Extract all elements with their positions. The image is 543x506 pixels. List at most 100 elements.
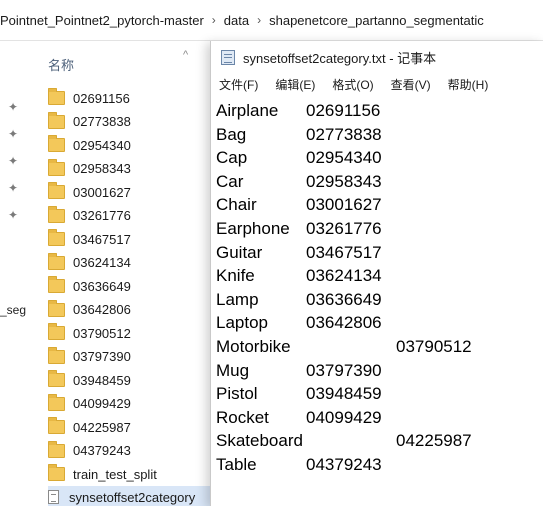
folder-row[interactable]: 04099429 xyxy=(48,393,220,415)
folder-row[interactable]: 02958343 xyxy=(48,158,220,180)
pin-icon[interactable]: ✦ xyxy=(8,128,20,140)
folder-name: 02691156 xyxy=(73,90,130,106)
text-line: Mug 03797390 xyxy=(216,359,543,383)
text-line: Car 02958343 xyxy=(216,170,543,194)
folder-name: 02773838 xyxy=(73,114,131,129)
category-name: Laptop xyxy=(216,313,268,333)
folder-row[interactable]: 03001627 xyxy=(48,181,220,203)
category-name: Car xyxy=(216,171,244,191)
notepad-icon xyxy=(221,49,235,65)
folder-icon xyxy=(48,393,65,411)
column-header-name[interactable]: 名称 xyxy=(48,55,74,74)
text-editor[interactable]: Airplane 02691156 Bag 02773838 Cap 02954340… xyxy=(211,95,543,477)
folder-row[interactable]: 02954340 xyxy=(48,134,220,156)
folder-icon xyxy=(48,370,65,387)
folder-icon xyxy=(48,182,65,199)
folder-row[interactable]: 03636649 xyxy=(48,275,220,297)
text-line: Rocket 04099429 xyxy=(216,406,543,430)
category-name: Airplane xyxy=(216,101,279,120)
folder-name: 03642806 xyxy=(73,302,131,317)
folder-name: 02954340 xyxy=(73,137,131,153)
folder-icon xyxy=(48,417,65,434)
category-name: Lamp xyxy=(216,289,259,309)
window-title: synsetoffset2category.txt - 记事本 xyxy=(243,50,437,66)
folder-icon xyxy=(48,229,65,246)
category-name: Mug xyxy=(216,360,250,380)
folder-row[interactable]: 04225987 xyxy=(48,416,220,438)
folder-icon xyxy=(48,135,65,152)
folder-name: 03624134 xyxy=(73,255,131,270)
folder-icon xyxy=(48,276,65,293)
folder-row[interactable]: 03790512 xyxy=(48,322,220,344)
category-code: 03467517 xyxy=(306,242,382,262)
breadcrumb-item-data[interactable]: data xyxy=(224,13,255,28)
text-line: Airplane 02691156 xyxy=(216,99,543,123)
category-code: 03948459 xyxy=(306,384,382,404)
breadcrumb-item-project[interactable]: Pointnet_Pointnet2_pytorch-master xyxy=(0,13,210,28)
menu-format[interactable]: 格式(O) xyxy=(332,76,373,93)
folder-icon xyxy=(48,464,65,481)
category-code: 04379243 xyxy=(306,454,382,474)
menu-file[interactable]: 文件(F) xyxy=(219,76,258,93)
text-line: Lamp 03636649 xyxy=(216,288,543,312)
folder-icon xyxy=(48,323,65,340)
folder-row[interactable]: train_test_split xyxy=(48,463,220,485)
folder-row[interactable]: 02691156 xyxy=(48,87,220,109)
file-name: synsetoffset2category xyxy=(69,489,196,505)
folder-icon xyxy=(48,111,65,129)
menu-edit[interactable]: 编辑(E) xyxy=(275,76,315,93)
notepad-titlebar[interactable]: synsetoffset2category.txt - 记事本 xyxy=(211,41,543,73)
folder-row[interactable]: 04379243 xyxy=(48,440,220,462)
folder-name: 03636649 xyxy=(73,278,131,294)
text-line: Earphone 03261776 xyxy=(216,217,543,241)
folder-name: 03790512 xyxy=(73,325,131,341)
text-line: Knife 03624134 xyxy=(216,264,543,288)
pin-icon[interactable]: ✦ xyxy=(8,155,20,167)
menu-help[interactable]: 帮助(H) xyxy=(448,76,489,93)
chevron-right-icon[interactable]: › xyxy=(255,13,269,27)
folder-row[interactable]: 03797390 xyxy=(48,346,220,368)
category-name: Chair xyxy=(216,195,257,215)
sort-chevron-icon[interactable]: ^ xyxy=(183,49,188,61)
folder-icon xyxy=(48,252,65,270)
folder-name: 03001627 xyxy=(73,184,131,200)
navigation-pane: ✦ ✦ ✦ ✦ ✦ _seg xyxy=(0,41,40,506)
folder-row[interactable]: 03948459 xyxy=(48,369,220,391)
folder-row[interactable]: 02773838 xyxy=(48,111,220,133)
category-name: Rocket xyxy=(216,407,269,427)
folder-name: 02958343 xyxy=(73,161,131,176)
folder-row[interactable]: 03624134 xyxy=(48,252,220,274)
category-code: 03261776 xyxy=(306,218,382,238)
nav-item-partial[interactable]: _seg xyxy=(0,303,26,317)
menu-view[interactable]: 查看(V) xyxy=(391,76,431,93)
category-name: Cap xyxy=(216,148,248,168)
category-code: 02954340 xyxy=(306,148,382,168)
category-code: 03642806 xyxy=(306,313,382,333)
pin-icon[interactable]: ✦ xyxy=(8,101,20,113)
breadcrumb-item-shapenet[interactable]: shapenetcore_partanno_segmentatic xyxy=(269,13,490,28)
menu-bar: 文件(F) 编辑(E) 格式(O) 查看(V) 帮助(H) xyxy=(211,73,543,95)
folder-row[interactable]: 03261776 xyxy=(48,205,220,227)
folder-icon xyxy=(48,88,65,105)
category-code: 04099429 xyxy=(306,407,382,427)
folder-icon xyxy=(48,346,65,364)
text-line: Laptop 03642806 xyxy=(216,311,543,335)
text-line: Guitar 03467517 xyxy=(216,241,543,265)
category-code: 03001627 xyxy=(306,195,382,215)
text-line: Table 04379243 xyxy=(216,453,543,477)
folder-name: 03467517 xyxy=(73,231,131,247)
category-code: 02691156 xyxy=(306,101,381,120)
category-name: Guitar xyxy=(216,242,263,262)
category-code: 02958343 xyxy=(306,171,382,191)
category-code: 03797390 xyxy=(306,360,382,380)
pin-icon[interactable]: ✦ xyxy=(8,209,20,221)
folder-name: 04099429 xyxy=(73,396,131,411)
text-line: Cap 02954340 xyxy=(216,146,543,170)
file-list: 名称 ^ 02691156 02773838 02954340 02958343… xyxy=(40,41,220,506)
folder-row[interactable]: 03642806 xyxy=(48,299,220,321)
category-code: 03790512 xyxy=(396,336,472,356)
file-row-selected[interactable]: synsetoffset2category xyxy=(48,486,220,506)
chevron-right-icon[interactable]: › xyxy=(210,13,224,27)
folder-row[interactable]: 03467517 xyxy=(48,228,220,250)
pin-icon[interactable]: ✦ xyxy=(8,182,20,194)
